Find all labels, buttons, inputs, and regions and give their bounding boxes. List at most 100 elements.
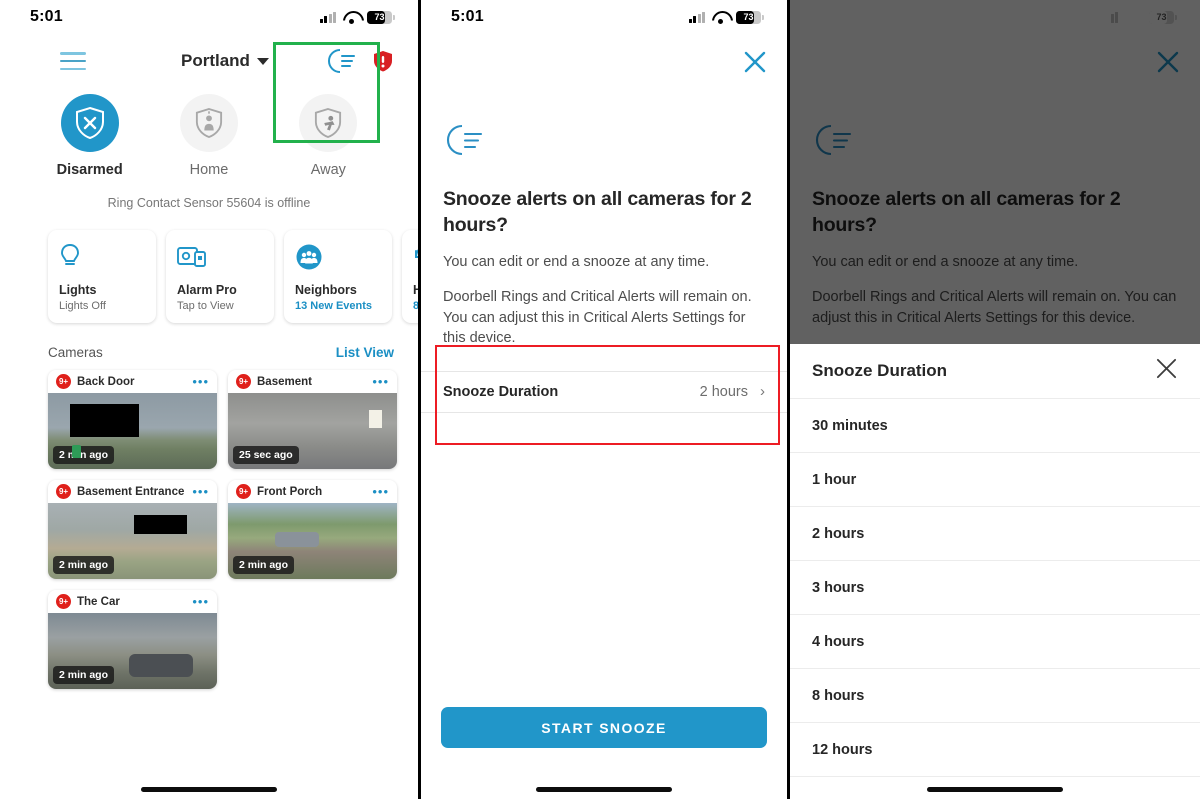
snooze-sheet-body: Snooze alerts on all cameras for 2 hours… — [790, 34, 1200, 328]
snooze-duration-picker: Snooze Duration 30 minutes 1 hour 2 hour… — [790, 344, 1200, 799]
start-snooze-button[interactable]: START SNOOZE — [441, 707, 767, 748]
camera-timestamp: 2 min ago — [53, 446, 115, 464]
snooze-sheet-body: Snooze alerts on all cameras for 2 hours… — [421, 34, 787, 349]
camera-thumbnail[interactable]: 2 min ago — [48, 393, 217, 469]
alert-shield-icon[interactable] — [373, 50, 393, 72]
chevron-right-icon: › — [760, 383, 765, 401]
snooze-button[interactable] — [324, 46, 358, 76]
battery-level: 73 — [374, 12, 385, 22]
battery-level: 73 — [1156, 12, 1167, 22]
duration-option-2-hours[interactable]: 2 hours — [790, 507, 1200, 561]
snooze-body-2: Doorbell Rings and Critical Alerts will … — [443, 289, 752, 347]
mode-away[interactable]: Away — [278, 94, 378, 178]
event-badge: 9+ — [56, 484, 71, 499]
list-view-link[interactable]: List View — [336, 345, 394, 360]
location-label: Portland — [181, 51, 250, 70]
close-button[interactable] — [1156, 50, 1180, 74]
status-bar-time: 5:01 — [30, 8, 63, 25]
camera-timestamp: 2 min ago — [233, 556, 295, 574]
duration-option-1-hour[interactable]: 1 hour — [790, 453, 1200, 507]
mode-label: Disarmed — [56, 162, 123, 178]
shortcut-alarm-pro[interactable]: Alarm Pro Tap to View — [166, 230, 274, 323]
wifi-icon — [712, 11, 729, 24]
duration-option-30-minutes[interactable]: 30 minutes — [790, 399, 1200, 453]
picker-close-button[interactable] — [1155, 357, 1178, 385]
lightbulb-icon — [59, 242, 145, 272]
location-selector[interactable]: Portland — [181, 51, 269, 71]
event-badge: 9+ — [236, 374, 251, 389]
more-options-icon[interactable]: ••• — [372, 375, 389, 388]
battery-icon: 73 — [736, 10, 764, 24]
status-bar: 5:01 73 — [421, 0, 787, 34]
camera-card[interactable]: 9+ The Car ••• 2 min ago — [48, 590, 217, 689]
history-icon — [413, 242, 418, 272]
cellular-bars-icon — [1101, 11, 1118, 23]
camera-card[interactable]: 9+ Back Door ••• 2 min ago — [48, 370, 217, 469]
snooze-duration-label: Snooze Duration — [443, 383, 559, 400]
camera-card[interactable]: 9+ Front Porch ••• 2 min ago — [228, 480, 397, 579]
cellular-bars-icon — [319, 11, 336, 23]
snooze-heading: Snooze alerts on all cameras for 2 hours… — [443, 188, 752, 236]
chevron-down-icon — [256, 57, 269, 65]
camera-thumbnail[interactable]: 2 min ago — [48, 503, 217, 579]
more-options-icon[interactable]: ••• — [192, 485, 209, 498]
snooze-body-2: Doorbell Rings and Critical Alerts will … — [812, 289, 1177, 326]
panel-snooze-confirm: 5:01 73 Snooze alerts on all cameras for… — [421, 0, 787, 799]
shortcut-subtitle: 13 New Events — [295, 300, 373, 312]
status-bar-time: 5:01 — [451, 8, 484, 25]
camera-timestamp: 2 min ago — [53, 666, 115, 684]
offline-notice: Ring Contact Sensor 55604 is offline — [107, 196, 311, 210]
hamburger-menu-icon[interactable] — [60, 52, 86, 70]
snooze-heading: Snooze alerts on all cameras for 2 hours… — [812, 188, 1121, 236]
battery-icon: 73 — [367, 10, 395, 24]
neighbors-icon — [295, 242, 381, 272]
camera-card[interactable]: 9+ Basement Entrance ••• 2 min ago — [48, 480, 217, 579]
event-badge: 9+ — [56, 594, 71, 609]
snooze-duration-value: 2 hours — [699, 383, 748, 400]
more-options-icon[interactable]: ••• — [192, 595, 209, 608]
home-indicator — [141, 786, 277, 792]
wifi-icon — [1125, 11, 1142, 24]
close-x-icon — [1156, 358, 1177, 379]
cameras-section-header: Cameras List View — [0, 323, 418, 370]
more-options-icon[interactable]: ••• — [192, 375, 209, 388]
close-button[interactable] — [743, 50, 767, 74]
camera-thumbnail[interactable]: 25 sec ago — [228, 393, 397, 469]
shortcut-history[interactable]: His 87 N — [402, 230, 418, 323]
moon-snooze-icon — [812, 122, 1178, 165]
home-indicator — [927, 786, 1063, 792]
shortcut-title: Neighbors — [295, 283, 357, 297]
mode-label: Away — [310, 162, 346, 178]
status-bar-indicators: 73 — [319, 10, 395, 24]
mode-home[interactable]: Home — [159, 94, 259, 178]
shortcuts-strip[interactable]: Lights Lights Off Alarm Pro Tap to View — [0, 210, 418, 323]
shortcut-title: Lights — [59, 283, 97, 297]
shortcut-lights[interactable]: Lights Lights Off — [48, 230, 156, 323]
mode-label: Home — [189, 162, 229, 178]
shortcut-subtitle: Tap to View — [177, 300, 234, 312]
event-badge: 9+ — [56, 374, 71, 389]
snooze-duration-row[interactable]: Snooze Duration 2 hours › — [421, 370, 787, 413]
cellular-bars-icon — [688, 11, 705, 23]
duration-option-3-hours[interactable]: 3 hours — [790, 561, 1200, 615]
shortcut-neighbors[interactable]: Neighbors 13 New Events — [284, 230, 392, 323]
security-modes: Disarmed Home Away — [0, 88, 418, 178]
battery-level: 73 — [743, 12, 754, 22]
camera-card[interactable]: 9+ Basement ••• 25 sec ago — [228, 370, 397, 469]
camera-thumbnail[interactable]: 2 min ago — [228, 503, 397, 579]
camera-name: Back Door — [77, 375, 135, 388]
shield-runner-icon — [299, 94, 358, 152]
more-options-icon[interactable]: ••• — [372, 485, 389, 498]
camera-name: The Car — [77, 595, 120, 608]
mode-disarmed[interactable]: Disarmed — [40, 94, 140, 178]
moon-snooze-icon — [443, 122, 765, 165]
status-bar: 5:01 73 — [790, 0, 1200, 34]
camera-name: Front Porch — [257, 485, 323, 498]
shortcut-title: His — [413, 283, 418, 297]
duration-option-8-hours[interactable]: 8 hours — [790, 669, 1200, 723]
duration-option-12-hours[interactable]: 12 hours — [790, 723, 1200, 777]
camera-thumbnail[interactable]: 2 min ago — [48, 613, 217, 689]
cameras-title: Cameras — [48, 345, 103, 360]
moon-snooze-icon — [328, 49, 355, 73]
duration-option-4-hours[interactable]: 4 hours — [790, 615, 1200, 669]
